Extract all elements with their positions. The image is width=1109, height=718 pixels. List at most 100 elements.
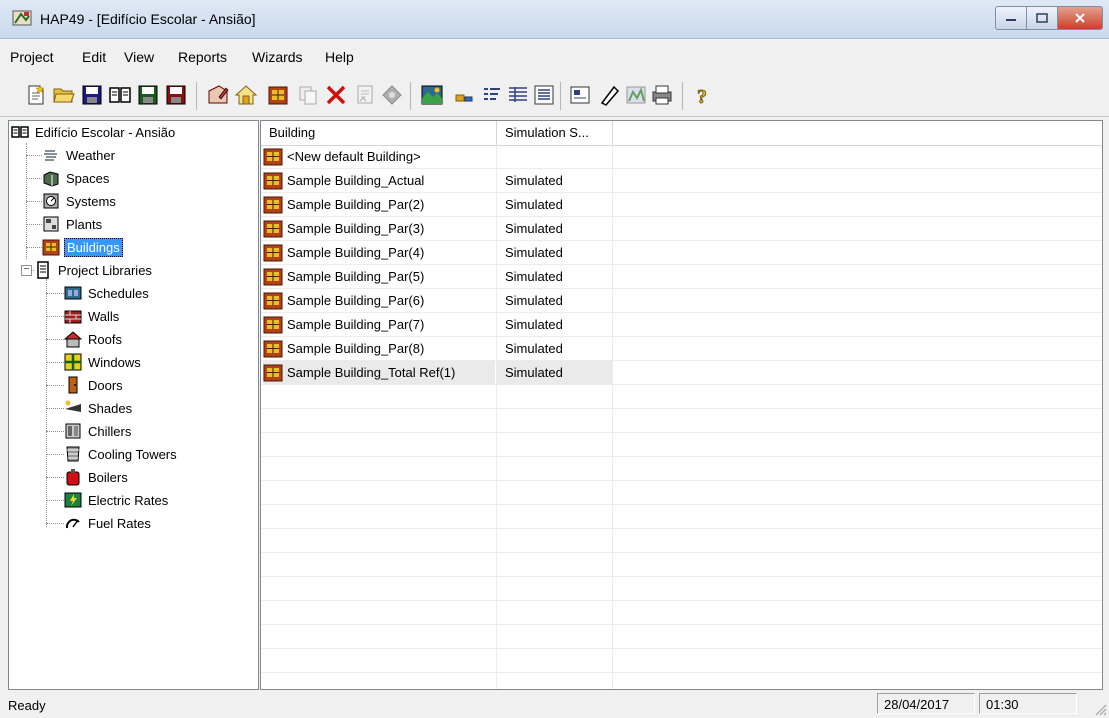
- chart-icon[interactable]: [624, 83, 648, 107]
- copy-icon[interactable]: [296, 83, 320, 107]
- tree-item-fuel-rates[interactable]: Fuel Rates: [64, 512, 153, 534]
- tree-item-cooling-towers[interactable]: Cooling Towers: [64, 443, 179, 465]
- archive-icon[interactable]: [164, 83, 188, 107]
- tree-item-walls[interactable]: Walls: [64, 305, 121, 327]
- tree-item-project-libraries[interactable]: Project Libraries: [34, 259, 154, 281]
- tree-item-roofs[interactable]: Roofs: [64, 328, 124, 350]
- building-name: <New default Building>: [287, 149, 421, 164]
- save-icon[interactable]: [80, 83, 104, 107]
- table-row[interactable]: Sample Building_Total Ref(1) Simulated: [261, 361, 1102, 385]
- tree-item-label: Spaces: [66, 170, 110, 186]
- menu-help[interactable]: Help: [325, 49, 354, 65]
- tree-item-spaces[interactable]: Spaces: [42, 167, 111, 189]
- minimize-button[interactable]: [995, 6, 1026, 30]
- report-view-icon[interactable]: [532, 83, 556, 107]
- table-row[interactable]: Sample Building_Par(3) Simulated: [261, 217, 1102, 241]
- building-name-cell: Sample Building_Total Ref(1): [263, 361, 495, 384]
- edit-item-icon[interactable]: [598, 83, 622, 107]
- menu-project[interactable]: Project: [10, 49, 54, 65]
- tree-item-weather[interactable]: Weather: [42, 144, 117, 166]
- open-icon[interactable]: [52, 83, 76, 107]
- building-name: Sample Building_Par(3): [287, 221, 425, 236]
- small-icons-icon[interactable]: [452, 83, 476, 107]
- tree-item-boilers[interactable]: Boilers: [64, 466, 130, 488]
- empty-row: [261, 577, 1102, 601]
- menu-edit[interactable]: Edit: [82, 49, 106, 65]
- building-name-cell: Sample Building_Actual: [263, 169, 495, 192]
- large-icons-icon[interactable]: [568, 83, 592, 107]
- tree-item-electric-rates[interactable]: Electric Rates: [64, 489, 170, 511]
- help-icon[interactable]: ?: [690, 83, 714, 107]
- tree-line: [26, 155, 42, 156]
- simulation-status: Simulated: [505, 173, 563, 188]
- table-row[interactable]: Sample Building_Par(8) Simulated: [261, 337, 1102, 361]
- buildings-list[interactable]: Building Simulation S... <New default Bu…: [260, 120, 1103, 690]
- table-row[interactable]: Sample Building_Actual Simulated: [261, 169, 1102, 193]
- table-row[interactable]: Sample Building_Par(4) Simulated: [261, 241, 1102, 265]
- resize-grip-icon[interactable]: [1093, 702, 1107, 716]
- minimize-icon: [1006, 19, 1016, 21]
- simulation-status: [497, 145, 613, 168]
- menu-reports[interactable]: Reports: [178, 49, 227, 65]
- tree-item-label: Plants: [66, 216, 103, 232]
- project-tree[interactable]: Edifício Escolar - Ansião Weather Spaces…: [8, 120, 259, 690]
- walls-icon: [64, 307, 82, 325]
- simulation-status: Simulated: [505, 341, 563, 356]
- simulation-status: Simulated: [505, 197, 563, 212]
- tree-line: [46, 385, 64, 386]
- collapse-toggle[interactable]: −: [21, 265, 32, 276]
- details-icon[interactable]: [506, 83, 530, 107]
- tree-item-schedules[interactable]: Schedules: [64, 282, 151, 304]
- table-row[interactable]: <New default Building>: [261, 145, 1102, 169]
- tree-item-label: Buildings: [64, 237, 123, 257]
- building-view-icon[interactable]: [420, 83, 444, 107]
- simulation-status: Simulated: [497, 361, 613, 384]
- table-row[interactable]: Sample Building_Par(6) Simulated: [261, 289, 1102, 313]
- menu-view[interactable]: View: [124, 49, 154, 65]
- new-project-icon[interactable]: [24, 83, 48, 107]
- list-icon[interactable]: [480, 83, 504, 107]
- menu-wizards[interactable]: Wizards: [252, 49, 303, 65]
- empty-row: [261, 601, 1102, 625]
- print-icon[interactable]: [650, 83, 674, 107]
- tree-item-doors[interactable]: Doors: [64, 374, 125, 396]
- save-as-icon[interactable]: [136, 83, 160, 107]
- report-icon[interactable]: [354, 83, 378, 107]
- status-bar: Ready 28/04/2017 01:30: [0, 690, 1109, 718]
- building-icon[interactable]: [266, 83, 290, 107]
- column-header-simulation-status[interactable]: Simulation S...: [497, 121, 613, 145]
- delete-icon[interactable]: [324, 83, 348, 107]
- tree-root[interactable]: Edifício Escolar - Ansião: [11, 121, 177, 143]
- project-library-icon[interactable]: [108, 83, 132, 107]
- calculate-icon[interactable]: [380, 83, 404, 107]
- tree-item-plants[interactable]: Plants: [42, 213, 104, 235]
- tree-item-label: Weather: [66, 147, 115, 163]
- maximize-button[interactable]: [1026, 6, 1057, 30]
- table-row[interactable]: Sample Building_Par(2) Simulated: [261, 193, 1102, 217]
- cooling-towers-icon: [64, 445, 82, 463]
- menu-bar: Project Edit View Reports Wizards Help: [0, 40, 1109, 74]
- hap-app-icon[interactable]: [12, 9, 32, 27]
- simulation-status: Simulated: [505, 317, 563, 332]
- table-row[interactable]: Sample Building_Par(7) Simulated: [261, 313, 1102, 337]
- column-header-building[interactable]: Building: [261, 121, 497, 145]
- tree-line: [26, 224, 42, 225]
- edit-properties-icon[interactable]: [206, 83, 230, 107]
- tree-line: [46, 454, 64, 455]
- building-icon: [263, 220, 283, 237]
- close-button[interactable]: [1057, 6, 1103, 30]
- import-icon[interactable]: [234, 83, 258, 107]
- table-row[interactable]: Sample Building_Par(5) Simulated: [261, 265, 1102, 289]
- systems-icon: [42, 192, 60, 210]
- tree-item-chillers[interactable]: Chillers: [64, 420, 133, 442]
- tree-item-windows[interactable]: Windows: [64, 351, 143, 373]
- tree-item-shades[interactable]: Shades: [64, 397, 134, 419]
- building-icon: [263, 268, 283, 285]
- tree-item-systems[interactable]: Systems: [42, 190, 118, 212]
- title-bar[interactable]: HAP49 - [Edifício Escolar - Ansião]: [0, 0, 1109, 39]
- empty-row: [261, 649, 1102, 673]
- building-name: Sample Building_Par(6): [287, 293, 425, 308]
- tree-item-buildings[interactable]: Buildings: [42, 236, 123, 258]
- tree-line: [26, 247, 42, 248]
- plants-icon: [42, 215, 60, 233]
